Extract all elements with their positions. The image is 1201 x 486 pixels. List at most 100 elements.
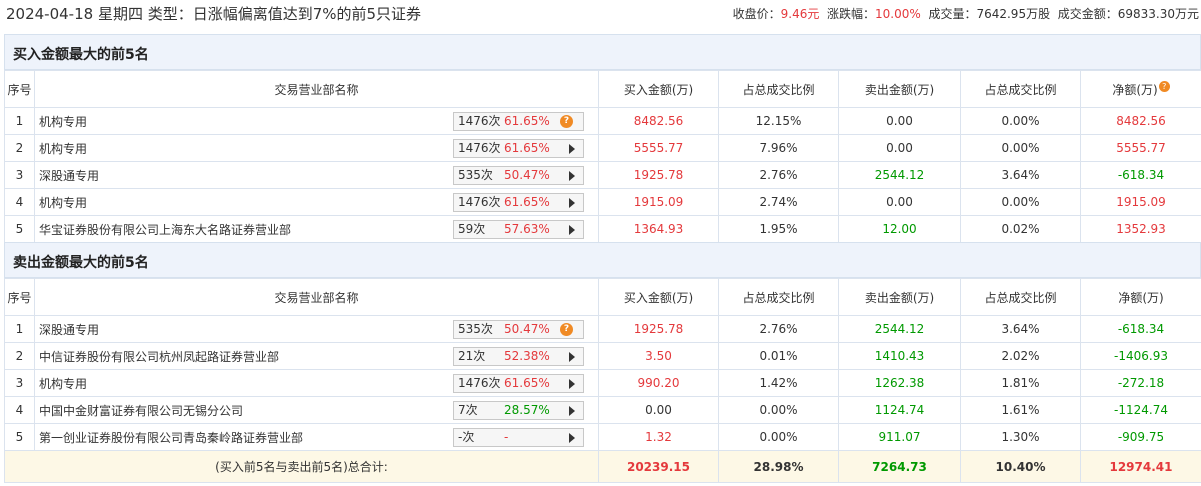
total-net: 12974.41 — [1080, 450, 1201, 483]
sell-ratio: 0.00% — [960, 188, 1081, 216]
list-count: 535次 — [458, 322, 493, 336]
buy-ratio: 1.42% — [718, 369, 839, 397]
total-sell-ratio: 10.40% — [960, 450, 1081, 483]
sell-amount: 0.00 — [838, 107, 961, 135]
branch-history-toggle[interactable]: 7次 28.57% — [453, 401, 584, 420]
net-amount: 8482.56 — [1080, 107, 1201, 135]
sell-amount: 2544.12 — [838, 315, 961, 343]
branch-history-toggle[interactable]: 1476次 61.65%? — [453, 112, 584, 131]
table-header-row: 序号 交易营业部名称 买入金额(万) 占总成交比例 卖出金额(万) 占总成交比例… — [4, 278, 1201, 316]
branch-name-cell: 深股通专用 535次 50.47%? — [34, 315, 599, 343]
row-index: 4 — [4, 396, 35, 424]
branch-name-link[interactable]: 第一创业证券股份有限公司青岛秦岭路证券营业部 — [39, 431, 303, 445]
branch-name-link[interactable]: 机构专用 — [39, 142, 87, 156]
sell-amount: 0.00 — [838, 188, 961, 216]
buy-amount: 1925.78 — [598, 315, 719, 343]
buy-ratio: 2.76% — [718, 161, 839, 189]
sell-section-title: 卖出金额最大的前5名 — [4, 242, 1201, 278]
row-index: 5 — [4, 215, 35, 243]
branch-name-link[interactable]: 深股通专用 — [39, 169, 99, 183]
row-index: 2 — [4, 342, 35, 370]
buy-amount: 1915.09 — [598, 188, 719, 216]
net-amount: -909.75 — [1080, 423, 1201, 451]
success-rate: 50.47% — [504, 322, 550, 336]
sell-ratio: 3.64% — [960, 161, 1081, 189]
buy-table: 序号 交易营业部名称 买入金额(万) 占总成交比例 卖出金额(万) 占总成交比例… — [4, 70, 1201, 243]
branch-history-toggle[interactable]: 59次 57.63% — [453, 220, 584, 239]
help-icon[interactable]: ? — [1158, 80, 1170, 92]
total-buy: 20239.15 — [598, 450, 719, 483]
success-rate: 57.63% — [504, 222, 550, 236]
expand-arrow-icon[interactable] — [569, 171, 575, 181]
list-count: 1476次 — [458, 195, 501, 209]
sell-amount: 1410.43 — [838, 342, 961, 370]
expand-arrow-icon[interactable] — [569, 433, 575, 443]
buy-ratio: 2.76% — [718, 315, 839, 343]
expand-arrow-icon[interactable] — [569, 379, 575, 389]
table-row: 2 机构专用 1476次 61.65% 5555.77 7.96% 0.00 0.00% 555… — [4, 134, 1201, 162]
volume-label: 成交量： — [928, 7, 977, 21]
branch-history-toggle[interactable]: -次 - — [453, 428, 584, 447]
branch-name-cell: 第一创业证券股份有限公司青岛秦岭路证券营业部 -次 - — [34, 423, 599, 451]
branch-history-toggle[interactable]: 1476次 61.65% — [453, 193, 584, 212]
table-row: 5 第一创业证券股份有限公司青岛秦岭路证券营业部 -次 - 1.32 0.00% 911.0… — [4, 423, 1201, 451]
row-index: 3 — [4, 369, 35, 397]
buy-ratio: 0.00% — [718, 423, 839, 451]
summary-bar: 2024-04-18 星期四 类型：日涨幅偏离值达到7%的前5只证券 收盘价：9… — [0, 0, 1201, 26]
list-count: 1476次 — [458, 376, 501, 390]
buy-amount: 5555.77 — [598, 134, 719, 162]
col-index: 序号 — [4, 278, 35, 316]
buy-amount: 1.32 — [598, 423, 719, 451]
branch-name-link[interactable]: 华宝证券股份有限公司上海东大名路证券营业部 — [39, 223, 291, 237]
branch-history-toggle[interactable]: 535次 50.47% — [453, 166, 584, 185]
expand-arrow-icon[interactable] — [569, 406, 575, 416]
success-rate: 61.65% — [504, 195, 550, 209]
buy-ratio: 7.96% — [718, 134, 839, 162]
row-index: 5 — [4, 423, 35, 451]
help-icon[interactable]: ? — [560, 115, 573, 128]
branch-name-link[interactable]: 机构专用 — [39, 115, 87, 129]
sell-table: 序号 交易营业部名称 买入金额(万) 占总成交比例 卖出金额(万) 占总成交比例… — [4, 278, 1201, 483]
row-index: 2 — [4, 134, 35, 162]
col-net-label: 净额(万) — [1112, 82, 1158, 97]
branch-history-toggle[interactable]: 21次 52.38% — [453, 347, 584, 366]
list-count: 21次 — [458, 349, 486, 363]
close-price-value: 9.46元 — [780, 7, 820, 21]
branch-name-link[interactable]: 机构专用 — [39, 196, 87, 210]
branch-history-toggle[interactable]: 535次 50.47%? — [453, 320, 584, 339]
sell-top5-section: 卖出金额最大的前5名 序号 交易营业部名称 买入金额(万) 占总成交比例 卖出金… — [4, 242, 1201, 483]
amount-value: 69833.30万元 — [1117, 7, 1199, 21]
expand-arrow-icon[interactable] — [569, 225, 575, 235]
branch-name-link[interactable]: 中国中金财富证券有限公司无锡分公司 — [39, 404, 243, 418]
help-icon[interactable]: ? — [560, 323, 573, 336]
branch-name-cell: 中国中金财富证券有限公司无锡分公司 7次 28.57% — [34, 396, 599, 424]
sell-amount: 1124.74 — [838, 396, 961, 424]
branch-name-link[interactable]: 深股通专用 — [39, 323, 99, 337]
expand-arrow-icon[interactable] — [569, 198, 575, 208]
net-amount: -618.34 — [1080, 315, 1201, 343]
col-sell-amount: 卖出金额(万) — [838, 70, 961, 108]
col-index: 序号 — [4, 70, 35, 108]
net-amount: 1915.09 — [1080, 188, 1201, 216]
col-buy-ratio: 占总成交比例 — [718, 70, 839, 108]
table-row: 3 机构专用 1476次 61.65% 990.20 1.42% 1262.38 1.81% -… — [4, 369, 1201, 397]
list-count: 59次 — [458, 222, 486, 236]
table-row: 3 深股通专用 535次 50.47% 1925.78 2.76% 2544.12 3.64%… — [4, 161, 1201, 189]
branch-name-cell: 机构专用 1476次 61.65% — [34, 369, 599, 397]
branch-name-link[interactable]: 机构专用 — [39, 377, 87, 391]
branch-history-toggle[interactable]: 1476次 61.65% — [453, 139, 584, 158]
branch-name-cell: 机构专用 1476次 61.65%? — [34, 107, 599, 135]
branch-history-toggle[interactable]: 1476次 61.65% — [453, 374, 584, 393]
success-rate: 28.57% — [504, 403, 550, 417]
branch-name-link[interactable]: 中信证券股份有限公司杭州凤起路证券营业部 — [39, 350, 279, 364]
buy-ratio: 0.01% — [718, 342, 839, 370]
sell-ratio: 0.00% — [960, 107, 1081, 135]
sell-amount: 1262.38 — [838, 369, 961, 397]
sell-ratio: 1.30% — [960, 423, 1081, 451]
expand-arrow-icon[interactable] — [569, 144, 575, 154]
success-rate: 50.47% — [504, 168, 550, 182]
list-count: 535次 — [458, 168, 493, 182]
expand-arrow-icon[interactable] — [569, 352, 575, 362]
net-amount: 1352.93 — [1080, 215, 1201, 243]
branch-name-cell: 机构专用 1476次 61.65% — [34, 188, 599, 216]
